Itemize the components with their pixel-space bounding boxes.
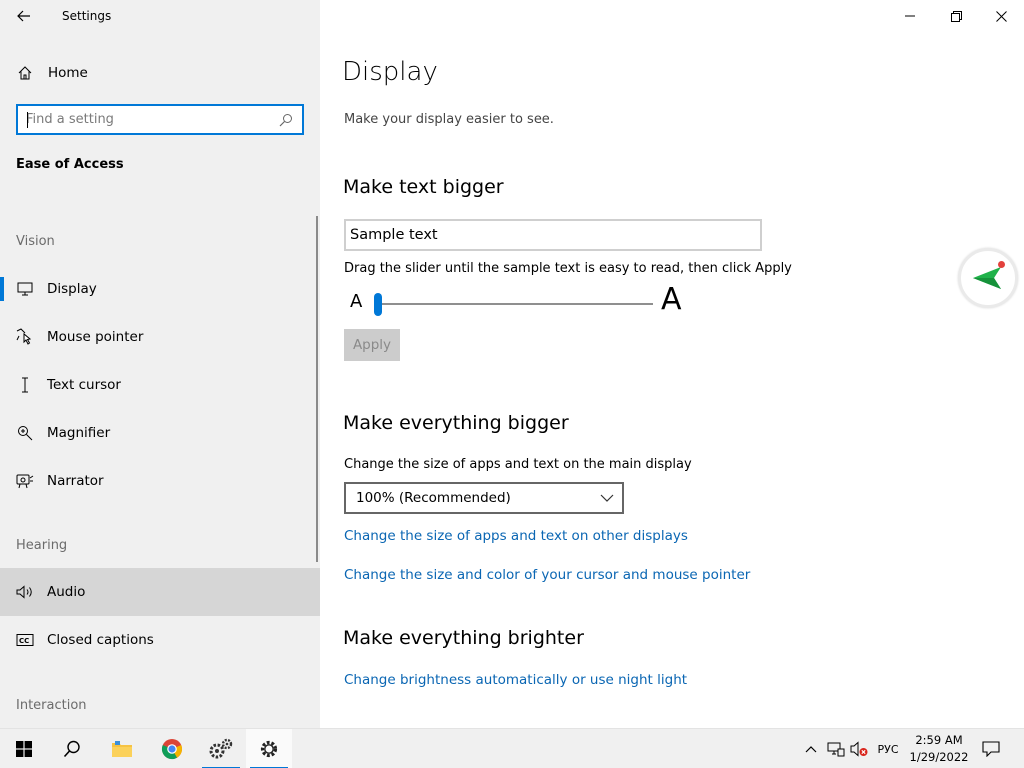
svg-text:CC: CC xyxy=(19,637,29,645)
page-title: Display xyxy=(342,57,438,87)
taskbar-chrome[interactable] xyxy=(149,729,195,768)
sidebar-item-label: Audio xyxy=(47,584,86,600)
link-brightness[interactable]: Change brightness automatically or use n… xyxy=(344,672,687,688)
chevron-down-icon xyxy=(600,494,614,502)
group-header-vision: Vision xyxy=(16,234,55,249)
sidebar-item-label: Magnifier xyxy=(47,425,111,441)
sidebar: Settings Home Ease of Access Vision Disp… xyxy=(0,0,320,728)
section-title: Ease of Access xyxy=(16,157,124,172)
sidebar-item-closed-captions[interactable]: CC Closed captions xyxy=(0,616,320,664)
group-header-interaction: Interaction xyxy=(16,698,87,713)
sidebar-item-home[interactable]: Home xyxy=(0,56,320,90)
scale-label: Change the size of apps and text on the … xyxy=(344,457,692,472)
apply-button[interactable]: Apply xyxy=(344,329,400,361)
system-clock[interactable]: 2:59 AM 1/29/2022 xyxy=(903,732,975,766)
search-input[interactable] xyxy=(18,106,278,133)
sidebar-item-magnifier[interactable]: Magnifier xyxy=(0,409,320,457)
link-other-displays[interactable]: Change the size of apps and text on othe… xyxy=(344,528,688,544)
network-icon xyxy=(827,742,845,757)
notification-dot xyxy=(998,261,1005,268)
close-button[interactable] xyxy=(978,0,1024,32)
sidebar-item-display[interactable]: Display xyxy=(0,265,320,313)
taskbar-file-explorer[interactable] xyxy=(99,729,145,768)
app-title: Settings xyxy=(62,9,112,23)
network-status-button[interactable] xyxy=(824,729,848,768)
text-cursor-icon xyxy=(16,376,34,394)
minimize-icon xyxy=(905,15,915,17)
monitor-icon xyxy=(16,280,34,298)
cc-icon: CC xyxy=(16,631,34,649)
magnifier-icon xyxy=(16,424,34,442)
sidebar-item-label: Text cursor xyxy=(47,377,121,393)
input-language-button[interactable]: РУС xyxy=(872,729,904,768)
taskbar-search-button[interactable] xyxy=(49,729,95,768)
sidebar-item-label: Narrator xyxy=(47,473,104,489)
floating-assistant-button[interactable] xyxy=(958,248,1018,308)
volume-button[interactable] xyxy=(848,729,870,768)
title-bar-left: Settings xyxy=(0,0,320,33)
slider-thumb[interactable] xyxy=(374,293,382,316)
sidebar-item-label: Display xyxy=(47,281,97,297)
text-size-slider[interactable]: A A xyxy=(350,282,690,321)
back-button[interactable] xyxy=(8,4,40,28)
speaker-icon xyxy=(16,583,34,601)
heading-make-text-bigger: Make text bigger xyxy=(343,176,504,198)
windows-logo-icon xyxy=(16,741,32,757)
search-icon[interactable] xyxy=(278,112,294,128)
home-label: Home xyxy=(48,65,88,81)
volume-muted-icon xyxy=(850,741,868,757)
heading-make-everything-bigger: Make everything bigger xyxy=(343,412,569,434)
home-icon xyxy=(16,64,34,82)
sidebar-item-mouse-pointer[interactable]: Mouse pointer xyxy=(0,313,320,361)
chrome-icon xyxy=(161,739,183,760)
gear-icon xyxy=(260,740,278,758)
sidebar-item-label: Closed captions xyxy=(47,632,154,648)
restore-icon xyxy=(950,10,962,22)
back-arrow-icon xyxy=(17,10,30,22)
sidebar-item-audio[interactable]: Audio xyxy=(0,568,320,616)
slider-instruction: Drag the slider until the sample text is… xyxy=(344,261,792,276)
slider-small-label: A xyxy=(350,291,363,312)
link-cursor-pointer[interactable]: Change the size and color of your cursor… xyxy=(344,567,750,583)
clock-date: 1/29/2022 xyxy=(909,750,969,764)
action-center-button[interactable] xyxy=(976,729,1006,768)
main-content: Display Make your display easier to see.… xyxy=(320,0,1024,728)
heading-make-everything-brighter: Make everything brighter xyxy=(343,627,584,649)
scale-dropdown[interactable]: 100% (Recommended) xyxy=(344,482,624,514)
narrator-icon xyxy=(16,472,34,490)
sidebar-item-narrator[interactable]: Narrator xyxy=(0,457,320,505)
slider-track[interactable] xyxy=(374,303,653,305)
notification-icon xyxy=(982,741,1000,757)
chevron-up-icon xyxy=(805,746,817,753)
page-subtitle: Make your display easier to see. xyxy=(344,112,554,127)
gears-icon xyxy=(209,738,233,759)
show-hidden-icons-button[interactable] xyxy=(802,729,820,768)
dropdown-value: 100% (Recommended) xyxy=(356,490,511,506)
group-header-hearing: Hearing xyxy=(16,538,68,553)
sidebar-item-text-cursor[interactable]: Text cursor xyxy=(0,361,320,409)
start-button[interactable] xyxy=(1,729,47,768)
send-arrow-icon xyxy=(973,267,1001,289)
sidebar-item-label: Mouse pointer xyxy=(47,329,144,345)
taskbar-settings[interactable] xyxy=(246,729,292,768)
clock-time: 2:59 AM xyxy=(915,733,963,747)
search-box[interactable] xyxy=(16,104,304,135)
taskbar: РУС 2:59 AM 1/29/2022 xyxy=(0,728,1024,768)
sidebar-scrollbar[interactable] xyxy=(316,216,318,562)
taskbar-control-panel[interactable] xyxy=(198,729,244,768)
minimize-button[interactable] xyxy=(887,0,933,32)
restore-button[interactable] xyxy=(933,0,979,32)
slider-large-label: A xyxy=(661,282,682,317)
sample-text-box: Sample text xyxy=(344,219,762,251)
text-caret xyxy=(27,112,28,128)
close-icon xyxy=(995,10,1007,22)
mouse-pointer-icon xyxy=(16,328,34,346)
search-icon xyxy=(63,740,80,758)
folder-icon xyxy=(112,741,132,757)
